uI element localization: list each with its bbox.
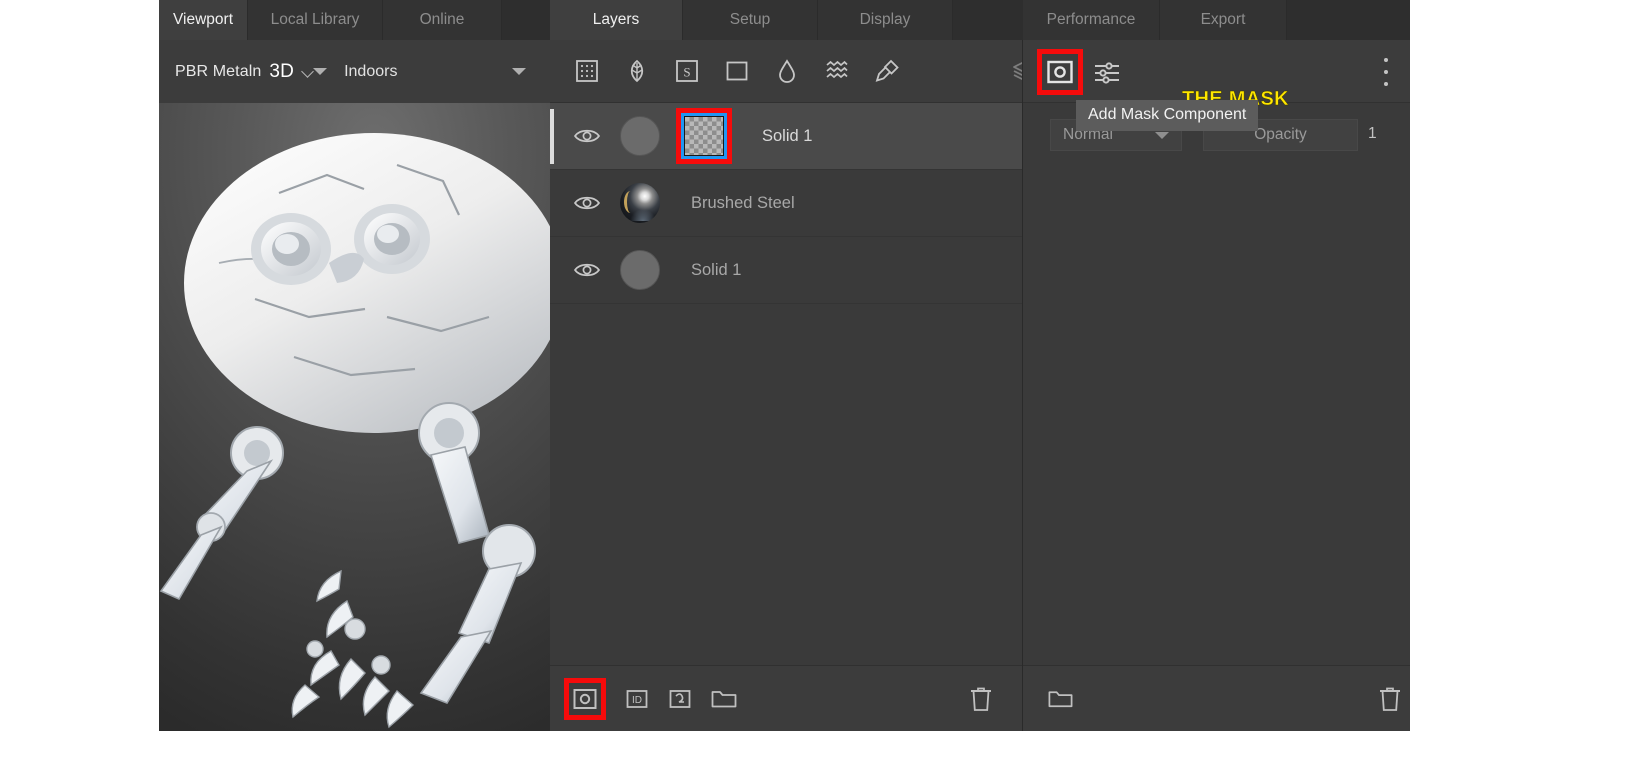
layer-thumbnail[interactable] [620, 183, 660, 223]
material-dropdown-triangle-down-icon[interactable] [313, 68, 328, 75]
tab-local-library[interactable]: Local Library [248, 0, 383, 40]
add-mask-highlight-box [564, 677, 606, 720]
tabbar-filler [1287, 0, 1410, 40]
layer-list: Solid 1 Brushed Steel Solid 1 [550, 103, 1023, 665]
square-icon[interactable] [724, 58, 750, 84]
tab-performance[interactable]: Performance [1023, 0, 1160, 40]
waves-icon[interactable] [824, 58, 850, 84]
s-square-icon[interactable]: S [674, 58, 700, 84]
dot [1384, 82, 1388, 86]
tab-display-label: Display [859, 11, 911, 28]
tab-display[interactable]: Display [818, 0, 953, 40]
selected-layer-indicator [550, 109, 554, 164]
dot [1384, 58, 1388, 62]
view-mode-label: 3D [269, 60, 295, 82]
tab-setup-label: Setup [729, 11, 771, 28]
svg-text:S: S [683, 65, 690, 80]
triangle-down-icon[interactable] [1155, 132, 1169, 139]
tab-online[interactable]: Online [383, 0, 502, 40]
paintbrush-icon[interactable] [874, 58, 900, 84]
panel-divider [1022, 40, 1023, 731]
table-row[interactable]: Brushed Steel [550, 170, 1023, 237]
eye-visible-icon[interactable] [573, 261, 601, 279]
eye-visible-icon[interactable] [573, 194, 601, 212]
mask-checkerboard-thumbnail[interactable] [684, 116, 724, 156]
environment-label: Indoors [344, 62, 398, 80]
opacity-value[interactable]: 1 [1368, 125, 1377, 143]
folder-icon[interactable] [1047, 686, 1074, 712]
add-mask-icon[interactable] [1046, 58, 1074, 86]
layers-tabbar: Layers Setup Display [550, 0, 1023, 40]
viewport-3d-canvas[interactable] [159, 103, 550, 731]
layer-thumbnail[interactable] [620, 116, 660, 156]
tab-viewport[interactable]: Viewport [159, 0, 248, 40]
eye-visible-icon[interactable] [573, 127, 601, 145]
svg-text:ID: ID [632, 695, 642, 706]
leaf-icon[interactable] [624, 58, 650, 84]
layers-panel: Layers Setup Display S Solid 1 Brushed S… [550, 0, 1289, 731]
droplet-icon[interactable] [774, 58, 800, 84]
environment-dropdown-triangle-down-icon[interactable] [512, 68, 527, 75]
table-row[interactable]: Solid 1 [550, 237, 1023, 304]
robot-3d-model [159, 133, 550, 729]
layer-thumbnail[interactable] [620, 250, 660, 290]
more-vertical-icon[interactable] [1383, 58, 1389, 86]
layers-bottom-toolbar: ID [550, 665, 1023, 731]
material-name-label: PBR Metaln [175, 62, 262, 80]
tooltip-add-mask-component: Add Mask Component [1076, 100, 1259, 131]
tab-local-library-label: Local Library [270, 11, 360, 28]
opacity-label: Opacity [1254, 126, 1307, 143]
viewport-toolbar: PBR Metaln 3D Indoors [159, 40, 550, 103]
trash-icon[interactable] [969, 685, 993, 713]
table-row[interactable]: Solid 1 [550, 103, 1023, 170]
component-properties-panel: Performance Export Add Mask Component No… [1023, 0, 1410, 731]
tab-performance-label: Performance [1046, 11, 1136, 28]
texture-grid-icon[interactable] [574, 58, 600, 84]
tab-layers[interactable]: Layers [550, 0, 683, 40]
tab-export[interactable]: Export [1160, 0, 1287, 40]
right-tabbar: Performance Export [1023, 0, 1410, 40]
add-id-icon[interactable]: ID [624, 686, 650, 712]
dot [1384, 70, 1388, 74]
trash-icon[interactable] [1378, 685, 1402, 713]
add-mask-icon[interactable] [572, 686, 598, 712]
add-folder-icon[interactable] [710, 686, 738, 712]
layer-name-label: Brushed Steel [691, 193, 795, 212]
mask-thumbnail-highlighted[interactable] [676, 108, 732, 164]
viewport-panel: Viewport Local Library Online PBR Metaln… [159, 0, 550, 731]
add-curve-icon[interactable] [667, 686, 693, 712]
application-window: Viewport Local Library Online PBR Metaln… [0, 0, 1650, 768]
component-bottom-toolbar [1023, 665, 1410, 731]
viewport-tabbar: Viewport Local Library Online [159, 0, 550, 40]
tab-setup[interactable]: Setup [683, 0, 818, 40]
layers-component-toolbar: S [550, 40, 1035, 103]
tab-layers-label: Layers [592, 11, 640, 28]
layer-name-label: Solid 1 [691, 260, 742, 279]
tab-viewport-label: Viewport [172, 11, 234, 28]
layer-name-label: Solid 1 [762, 126, 813, 145]
tab-online-label: Online [419, 11, 465, 28]
tab-export-label: Export [1200, 11, 1246, 28]
add-mask-component-highlight-box [1037, 49, 1083, 95]
sliders-icon[interactable] [1093, 58, 1121, 86]
component-list-empty-area[interactable] [1023, 169, 1410, 665]
